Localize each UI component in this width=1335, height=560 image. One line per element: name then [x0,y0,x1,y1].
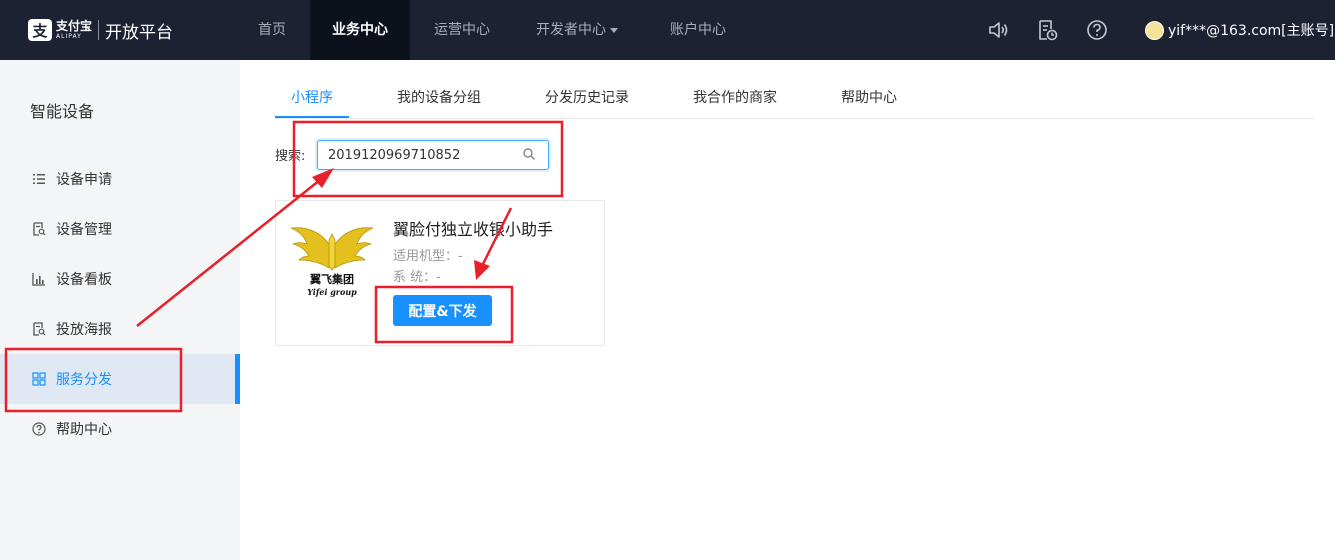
tab-partner-merchants[interactable]: 我合作的商家 [693,80,777,118]
logo-cn-text: 支付宝 [56,19,93,33]
sidebar-item-device-dashboard[interactable]: 设备看板 [0,254,240,304]
nav-business-center-label: 业务中心 [332,22,388,38]
document-history-icon[interactable] [1036,19,1058,41]
tab-label: 帮助中心 [841,90,897,106]
nav-home[interactable]: 首页 [244,0,300,60]
sidebar-title: 智能设备 [30,102,95,121]
tab-help-center[interactable]: 帮助中心 [841,80,897,118]
sidebar-item-label: 设备管理 [56,222,112,238]
nav-developer-center[interactable]: 开发者中心 [522,0,632,60]
sidebar: 智能设备 设备申请 设备管理 设备看板 投放海报 服务分发 帮助中心 [0,60,240,560]
alipay-open-platform-logo[interactable]: 支 支付宝 ALIPAY 开放平台 [28,17,173,43]
alipay-logo-icon: 支 [28,19,52,41]
platform-title: 开放平台 [105,22,174,43]
tab-distribution-history[interactable]: 分发历史记录 [545,80,629,118]
help-icon[interactable] [1086,19,1108,41]
logo-en-lettering: Yifei group [307,287,357,297]
search-input[interactable] [317,140,549,170]
sidebar-item-label: 帮助中心 [56,422,112,438]
avatar [1145,20,1164,40]
bar-chart-icon [32,273,45,286]
alipay-wordmark: 支付宝 ALIPAY [56,19,93,41]
tab-mini-program[interactable]: 小程序 [275,80,349,118]
nav-home-label: 首页 [258,22,286,38]
chevron-down-icon [610,27,618,33]
grid-icon [32,372,46,386]
sidebar-item-label: 设备申请 [56,172,112,188]
system-info: 系 统：- [393,270,441,285]
sidebar-item-device-management[interactable]: 设备管理 [0,204,240,254]
sidebar-item-service-distribution[interactable]: 服务分发 [0,354,240,404]
nav-account-center-label: 账户中心 [670,22,726,38]
user-account-menu[interactable]: yif***@163.com[主账号] [1145,20,1334,40]
top-navigation-bar: 支 支付宝 ALIPAY 开放平台 首页 业务中心 运营中心 开发者中心 账户中… [0,0,1335,60]
yifei-group-logo: 翼飞集团 Yifei group [290,227,374,297]
tab-label: 小程序 [291,90,333,106]
nav-account-center[interactable]: 账户中心 [656,0,740,60]
search-icon[interactable] [522,147,536,161]
search-label: 搜索: [275,149,306,164]
sidebar-item-label: 投放海报 [56,322,112,338]
mini-program-title: 翼脸付独立收银小助手 [393,220,554,239]
list-icon [33,174,45,184]
speaker-icon[interactable] [987,19,1009,41]
tab-my-device-groups[interactable]: 我的设备分组 [397,80,481,118]
tab-label: 分发历史记录 [545,90,629,106]
tab-label: 我的设备分组 [397,90,481,106]
sidebar-item-device-apply[interactable]: 设备申请 [0,154,240,204]
file-search-icon [33,222,46,236]
sidebar-item-poster-placement[interactable]: 投放海报 [0,304,240,354]
sidebar-item-help-center[interactable]: 帮助中心 [0,404,240,454]
help-icon [32,422,46,436]
tab-label: 我合作的商家 [693,90,777,106]
logo-divider [98,20,100,40]
nav-developer-center-label: 开发者中心 [536,22,606,38]
sidebar-item-label: 服务分发 [56,372,112,388]
sidebar-item-label: 设备看板 [56,272,112,288]
file-search-icon [33,322,46,336]
nav-operations-center-label: 运营中心 [434,22,490,38]
logo-en-text: ALIPAY [56,33,82,40]
logo-cn-lettering: 翼飞集团 [309,272,354,286]
content-tabs: 小程序 我的设备分组 分发历史记录 我合作的商家 帮助中心 [275,80,1314,119]
configure-distribute-button[interactable]: 配置&下发 [393,295,492,326]
annotation-arrowhead [312,168,334,188]
nav-business-center[interactable]: 业务中心 [310,0,410,60]
nav-operations-center[interactable]: 运营中心 [420,0,504,60]
user-email: yif***@163.com[主账号] [1168,23,1335,39]
applicable-model: 适用机型：- [393,249,463,264]
